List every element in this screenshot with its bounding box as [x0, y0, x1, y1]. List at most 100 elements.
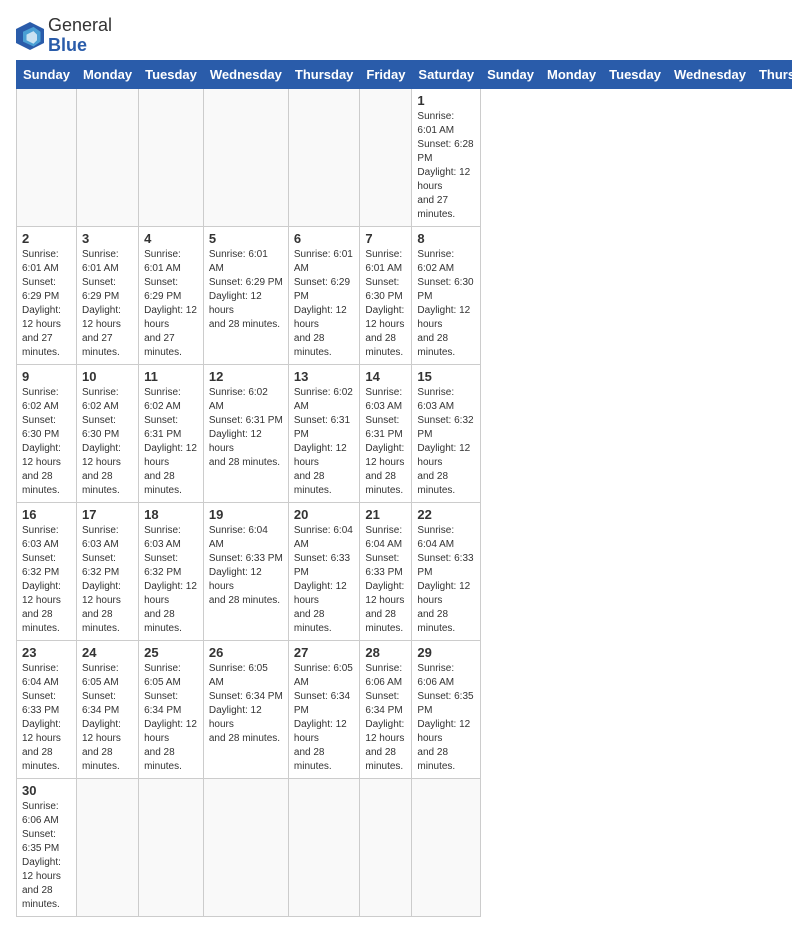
day-info: Sunrise: 6:02 AMSunset: 6:31 PMDaylight:… — [144, 386, 198, 498]
calendar-cell: 3 Sunrise: 6:01 AMSunset: 6:29 PMDaylight… — [76, 226, 138, 364]
weekday-header-wednesday: Wednesday — [203, 60, 288, 88]
day-number: 10 — [82, 369, 133, 384]
calendar-cell: 23 Sunrise: 6:04 AMSunset: 6:33 PMDayligh… — [17, 640, 77, 778]
week-row-2: 2Sunrise: 6:01 AMSunset: 6:29 PMDaylight… — [17, 226, 792, 364]
calendar-cell: 6 Sunrise: 6:01 AMSunset: 6:29 PMDaylight… — [288, 226, 360, 364]
day-number: 22 — [417, 507, 475, 522]
calendar-cell — [76, 88, 138, 226]
day-info: Sunrise: 6:02 AMSunset: 6:30 PMDaylight:… — [82, 386, 133, 498]
day-info: Sunrise: 6:01 AMSunset: 6:29 PMDaylight:… — [82, 248, 133, 360]
calendar-cell — [288, 88, 360, 226]
day-info: Sunrise: 6:03 AMSunset: 6:31 PMDaylight:… — [365, 386, 406, 498]
calendar-cell — [17, 88, 77, 226]
day-number: 30 — [22, 783, 71, 798]
day-info: Sunrise: 6:01 AMSunset: 6:29 PMDaylight:… — [294, 248, 355, 360]
calendar-cell — [288, 778, 360, 916]
day-info: Sunrise: 6:01 AMSunset: 6:30 PMDaylight:… — [365, 248, 406, 360]
day-number: 8 — [417, 231, 475, 246]
day-number: 25 — [144, 645, 198, 660]
day-number: 17 — [82, 507, 133, 522]
calendar-cell: 7 Sunrise: 6:01 AMSunset: 6:30 PMDaylight… — [360, 226, 412, 364]
day-info: Sunrise: 6:04 AMSunset: 6:33 PMDaylight:… — [417, 524, 475, 636]
day-number: 18 — [144, 507, 198, 522]
day-number: 28 — [365, 645, 406, 660]
calendar-cell — [360, 778, 412, 916]
weekday-header-saturday: Saturday — [412, 60, 481, 88]
day-number: 19 — [209, 507, 283, 522]
day-info: Sunrise: 6:01 AMSunset: 6:29 PMDaylight:… — [209, 248, 283, 332]
logo-icon — [16, 22, 44, 50]
day-number: 14 — [365, 369, 406, 384]
calendar-cell: 13Sunrise: 6:02 AMSunset: 6:31 PMDayligh… — [288, 364, 360, 502]
day-number: 3 — [82, 231, 133, 246]
day-info: Sunrise: 6:06 AMSunset: 6:34 PMDaylight:… — [365, 662, 406, 774]
calendar-cell: 4Sunrise: 6:01 AMSunset: 6:29 PMDaylight… — [139, 226, 204, 364]
calendar-cell: 22 Sunrise: 6:04 AMSunset: 6:33 PMDayligh… — [412, 502, 481, 640]
calendar-cell — [412, 778, 481, 916]
day-number: 26 — [209, 645, 283, 660]
day-number: 7 — [365, 231, 406, 246]
weekday-header-tuesday: Tuesday — [139, 60, 204, 88]
week-row-6: 30 Sunrise: 6:06 AMSunset: 6:35 PMDayligh… — [17, 778, 792, 916]
weekday-header-monday: Monday — [541, 60, 603, 88]
day-info: Sunrise: 6:06 AMSunset: 6:35 PMDaylight:… — [417, 662, 475, 774]
calendar-cell: 18 Sunrise: 6:03 AMSunset: 6:32 PMDayligh… — [139, 502, 204, 640]
logo-text: General Blue — [48, 16, 112, 56]
day-info: Sunrise: 6:01 AMSunset: 6:29 PMDaylight:… — [22, 248, 71, 360]
day-info: Sunrise: 6:05 AMSunset: 6:34 PMDaylight:… — [294, 662, 355, 774]
calendar-cell: 1Sunrise: 6:01 AMSunset: 6:28 PMDaylight… — [412, 88, 481, 226]
week-row-3: 9 Sunrise: 6:02 AMSunset: 6:30 PMDaylight… — [17, 364, 792, 502]
weekday-header-sunday: Sunday — [17, 60, 77, 88]
day-number: 9 — [22, 369, 71, 384]
day-info: Sunrise: 6:04 AMSunset: 6:33 PMDaylight:… — [365, 524, 406, 636]
day-number: 20 — [294, 507, 355, 522]
calendar-cell: 14 Sunrise: 6:03 AMSunset: 6:31 PMDayligh… — [360, 364, 412, 502]
day-info: Sunrise: 6:04 AMSunset: 6:33 PMDaylight:… — [22, 662, 71, 774]
day-info: Sunrise: 6:04 AMSunset: 6:33 PMDaylight:… — [294, 524, 355, 636]
day-info: Sunrise: 6:01 AMSunset: 6:29 PMDaylight:… — [144, 248, 198, 360]
day-info: Sunrise: 6:03 AMSunset: 6:32 PMDaylight:… — [22, 524, 71, 636]
day-info: Sunrise: 6:04 AMSunset: 6:33 PMDaylight:… — [209, 524, 283, 608]
day-number: 27 — [294, 645, 355, 660]
day-number: 6 — [294, 231, 355, 246]
calendar-table: SundayMondayTuesdayWednesdayThursdayFrid… — [16, 60, 792, 917]
calendar-cell — [360, 88, 412, 226]
day-info: Sunrise: 6:02 AMSunset: 6:31 PMDaylight:… — [209, 386, 283, 470]
calendar-cell — [76, 778, 138, 916]
day-number: 23 — [22, 645, 71, 660]
page-header: General Blue — [16, 16, 776, 56]
day-number: 11 — [144, 369, 198, 384]
logo: General Blue — [16, 16, 112, 56]
day-info: Sunrise: 6:03 AMSunset: 6:32 PMDaylight:… — [417, 386, 475, 498]
weekday-header-thursday: Thursday — [288, 60, 360, 88]
week-row-4: 16Sunrise: 6:03 AMSunset: 6:32 PMDayligh… — [17, 502, 792, 640]
day-number: 13 — [294, 369, 355, 384]
weekday-header-monday: Monday — [76, 60, 138, 88]
calendar-cell: 5 Sunrise: 6:01 AMSunset: 6:29 PMDaylight… — [203, 226, 288, 364]
calendar-cell — [139, 88, 204, 226]
day-number: 1 — [417, 93, 475, 108]
weekday-header-row: SundayMondayTuesdayWednesdayThursdayFrid… — [17, 60, 792, 88]
calendar-cell: 17Sunrise: 6:03 AMSunset: 6:32 PMDayligh… — [76, 502, 138, 640]
day-info: Sunrise: 6:05 AMSunset: 6:34 PMDaylight:… — [82, 662, 133, 774]
day-info: Sunrise: 6:05 AMSunset: 6:34 PMDaylight:… — [144, 662, 198, 774]
day-info: Sunrise: 6:06 AMSunset: 6:35 PMDaylight:… — [22, 800, 71, 912]
calendar-cell: 28 Sunrise: 6:06 AMSunset: 6:34 PMDayligh… — [360, 640, 412, 778]
calendar-cell: 21Sunrise: 6:04 AMSunset: 6:33 PMDayligh… — [360, 502, 412, 640]
calendar-cell: 30 Sunrise: 6:06 AMSunset: 6:35 PMDayligh… — [17, 778, 77, 916]
calendar-cell: 26 Sunrise: 6:05 AMSunset: 6:34 PMDayligh… — [203, 640, 288, 778]
calendar-cell: 9 Sunrise: 6:02 AMSunset: 6:30 PMDaylight… — [17, 364, 77, 502]
day-info: Sunrise: 6:02 AMSunset: 6:30 PMDaylight:… — [22, 386, 71, 498]
day-info: Sunrise: 6:03 AMSunset: 6:32 PMDaylight:… — [144, 524, 198, 636]
calendar-cell: 16Sunrise: 6:03 AMSunset: 6:32 PMDayligh… — [17, 502, 77, 640]
weekday-header-wednesday: Wednesday — [667, 60, 752, 88]
day-number: 5 — [209, 231, 283, 246]
calendar-cell: 15Sunrise: 6:03 AMSunset: 6:32 PMDayligh… — [412, 364, 481, 502]
calendar-cell: 24Sunrise: 6:05 AMSunset: 6:34 PMDayligh… — [76, 640, 138, 778]
week-row-5: 23 Sunrise: 6:04 AMSunset: 6:33 PMDayligh… — [17, 640, 792, 778]
calendar-cell: 2Sunrise: 6:01 AMSunset: 6:29 PMDaylight… — [17, 226, 77, 364]
week-row-1: 1Sunrise: 6:01 AMSunset: 6:28 PMDaylight… — [17, 88, 792, 226]
day-info: Sunrise: 6:05 AMSunset: 6:34 PMDaylight:… — [209, 662, 283, 746]
weekday-header-tuesday: Tuesday — [603, 60, 668, 88]
calendar-cell: 19 Sunrise: 6:04 AMSunset: 6:33 PMDayligh… — [203, 502, 288, 640]
